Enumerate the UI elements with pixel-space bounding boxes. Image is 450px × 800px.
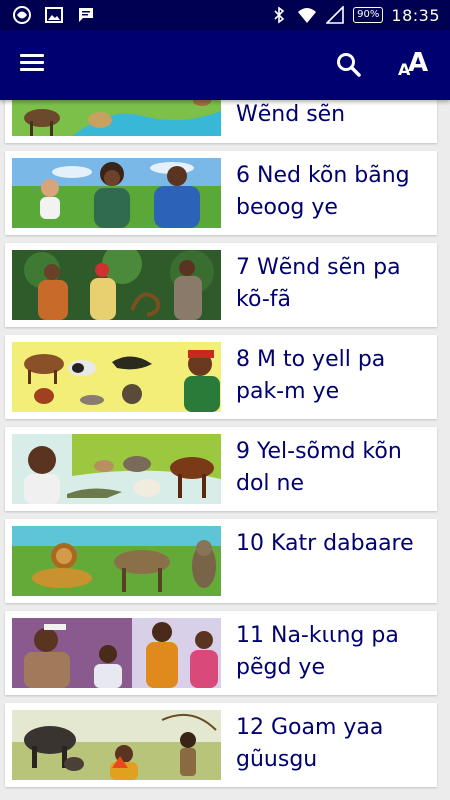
search-icon <box>337 53 361 77</box>
signal-icon <box>325 5 345 25</box>
app-logo-icon <box>12 5 32 25</box>
chapter-title: 11 Na-kɩɩng pa pẽgd ye <box>236 623 399 680</box>
battery-indicator: 90% <box>353 7 384 23</box>
chapter-card[interactable]: 6 Ned kõn bãng beoog ye <box>5 151 437 235</box>
chapter-title: 8 M to yell pa pak-m ye <box>236 347 386 404</box>
chapter-title: 6 Ned kõn bãng beoog ye <box>236 163 410 220</box>
app-bar: A A <box>0 30 450 100</box>
chapter-thumbnail <box>12 434 221 504</box>
chapter-title: 10 Katr dabaare <box>236 531 414 556</box>
chapter-card[interactable]: 7 Wẽnd sẽn pa kõ-fã <box>5 243 437 327</box>
wifi-icon <box>297 5 317 25</box>
menu-icon-line <box>20 68 44 71</box>
chapter-title: Wẽnd sẽn <box>236 102 346 127</box>
chapter-thumbnail <box>12 250 221 320</box>
chapter-card[interactable]: Wẽnd sẽn <box>5 100 437 143</box>
chapter-card[interactable]: 10 Katr dabaare <box>5 519 437 603</box>
chapter-card[interactable]: 11 Na-kɩɩng pa pẽgd ye <box>5 611 437 695</box>
chapter-list[interactable]: Wẽnd sẽn 6 Ned kõn bãng beoog ye 7 Wẽnd … <box>0 100 450 800</box>
chapter-thumbnail <box>12 342 221 412</box>
text-size-button[interactable]: A A <box>396 48 436 82</box>
chapter-thumbnail <box>12 526 221 596</box>
chapter-card[interactable]: 8 M to yell pa pak-m ye <box>5 335 437 419</box>
image-notification-icon <box>44 5 64 25</box>
message-notification-icon <box>76 5 96 25</box>
menu-icon-line <box>20 54 44 57</box>
chapter-title: 9 Yel-sõmd kõn dol ne <box>236 439 402 496</box>
bluetooth-icon <box>269 5 289 25</box>
chapter-thumbnail <box>12 710 221 780</box>
menu-button[interactable] <box>20 50 50 80</box>
chapter-title: 7 Wẽnd sẽn pa kõ-fã <box>236 255 401 312</box>
chapter-card[interactable]: 9 Yel-sõmd kõn dol ne <box>5 427 437 511</box>
chapter-thumbnail <box>12 158 221 228</box>
chapter-thumbnail <box>12 100 221 136</box>
search-button[interactable] <box>334 50 364 80</box>
menu-icon-line <box>20 61 44 64</box>
chapter-thumbnail <box>12 618 221 688</box>
status-bar: 90% 18:35 <box>0 0 450 30</box>
chapter-title: 12 Goam yaa gũusgu <box>236 715 384 772</box>
status-time: 18:35 <box>391 5 440 25</box>
chapter-card[interactable]: 12 Goam yaa gũusgu <box>5 703 437 787</box>
text-size-large-glyph: A <box>408 48 429 78</box>
